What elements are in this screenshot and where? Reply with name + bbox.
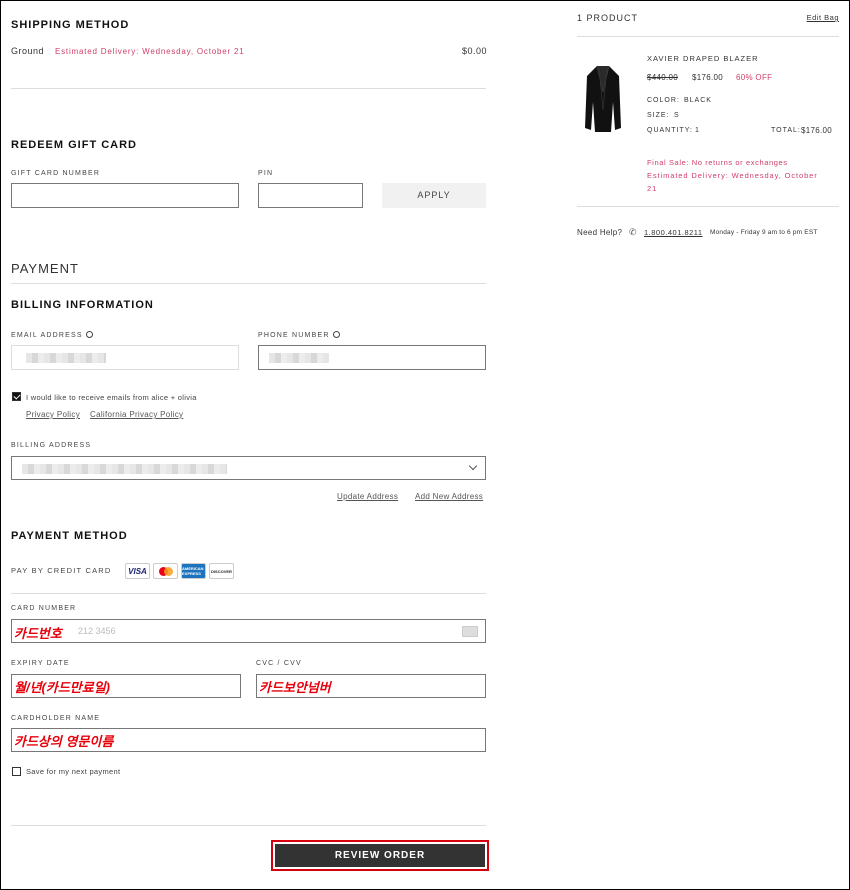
annotation-holder: 카드상의 영문이름 <box>14 734 114 749</box>
add-new-address-link[interactable]: Add New Address <box>415 492 483 501</box>
card-number-label: CARD NUMBER <box>11 605 77 612</box>
divider <box>11 593 486 594</box>
total-value: $176.00 <box>801 126 833 135</box>
support-hours: Monday - Friday 9 am to 6 pm EST <box>710 229 818 236</box>
estimated-delivery: Estimated Delivery: Wednesday, October <box>647 171 818 180</box>
billing-information-title: BILLING INFORMATION <box>11 299 154 311</box>
shipping-estimated-delivery: Estimated Delivery: Wednesday, October 2… <box>55 47 245 56</box>
color-value: BLACK <box>684 97 712 104</box>
visa-icon: VISA <box>125 563 150 579</box>
original-price: $440.00 <box>647 73 679 82</box>
divider <box>577 206 839 207</box>
final-sale-note: Final Sale: No returns or exchanges <box>647 158 788 167</box>
divider <box>577 36 839 37</box>
email-optin-label: I would like to receive emails from alic… <box>26 393 197 402</box>
size-label: SIZE: <box>647 112 670 119</box>
pin-input[interactable] <box>258 183 363 208</box>
payment-title: PAYMENT <box>11 261 79 276</box>
save-payment-label: Save for my next payment <box>26 767 121 776</box>
product-image <box>585 65 621 132</box>
total-label: TOTAL: <box>771 127 801 134</box>
cvc-label: CVC / CVV <box>256 660 302 667</box>
gift-card-number-input[interactable] <box>11 183 239 208</box>
phone-link[interactable]: 1.800.401.8211 <box>644 228 703 237</box>
estimated-delivery-day: 21 <box>647 184 658 193</box>
annotation-expiry: 월/년(카드만료일) <box>14 680 110 695</box>
update-address-link[interactable]: Update Address <box>337 492 398 501</box>
cardholder-name-label: CARDHOLDER NAME <box>11 715 101 722</box>
redacted-email <box>26 353 106 363</box>
review-order-highlight: REVIEW ORDER <box>271 840 489 871</box>
sale-price: $176.00 <box>692 73 724 82</box>
shipping-method-title: SHIPPING METHOD <box>11 19 130 31</box>
privacy-policy-link[interactable]: Privacy Policy <box>26 410 80 419</box>
annotation-cvc: 카드보안넘버 <box>259 680 331 695</box>
california-privacy-policy-link[interactable]: California Privacy Policy <box>90 410 183 419</box>
quantity-value: 1 <box>695 127 700 134</box>
apply-button[interactable]: APPLY <box>382 183 486 208</box>
phone-number-label: PHONE NUMBER <box>258 331 340 339</box>
redacted-phone <box>269 353 329 363</box>
annotation-card-number: 카드번호 <box>14 626 62 641</box>
billing-address-label: BILLING ADDRESS <box>11 442 92 449</box>
amex-icon: AMERICAN EXPRESS <box>181 563 206 579</box>
product-name: XAVIER DRAPED BLAZER <box>647 54 759 63</box>
divider <box>11 825 486 826</box>
gift-card-number-label: GIFT CARD NUMBER <box>11 170 101 177</box>
shipping-method-name: Ground <box>11 46 45 56</box>
divider <box>11 283 486 284</box>
phone-icon: ✆ <box>629 227 637 237</box>
discover-icon: DISCOVER <box>209 563 234 579</box>
chevron-down-icon <box>468 461 478 471</box>
quantity-label: QUANTITY: <box>647 127 693 134</box>
email-address-label: EMAIL ADDRESS <box>11 331 93 339</box>
card-number-placeholder: 212 3456 <box>78 626 116 636</box>
info-icon <box>332 331 340 338</box>
mastercard-icon <box>153 563 178 579</box>
page-frame <box>0 0 850 890</box>
credit-card-icon <box>462 626 478 637</box>
redacted-address <box>22 464 227 474</box>
discount-badge: 60% OFF <box>736 73 773 82</box>
need-help-label: Need Help? <box>577 228 623 237</box>
billing-address-select[interactable] <box>11 456 486 480</box>
payment-method-title: PAYMENT METHOD <box>11 530 128 542</box>
color-label: COLOR: <box>647 97 680 104</box>
shipping-price: $0.00 <box>461 46 487 56</box>
divider <box>11 88 486 89</box>
info-icon <box>85 331 93 338</box>
size-value: S <box>674 112 680 119</box>
edit-bag-link[interactable]: Edit Bag <box>807 13 839 22</box>
pay-by-credit-card-label: PAY BY CREDIT CARD <box>11 566 112 575</box>
redeem-gift-card-title: REDEEM GIFT CARD <box>11 139 137 151</box>
product-count: 1 PRODUCT <box>577 13 639 23</box>
accepted-cards: VISA AMERICAN EXPRESS DISCOVER <box>125 563 234 579</box>
email-field[interactable] <box>11 345 239 370</box>
pin-label: PIN <box>258 170 274 177</box>
card-number-input[interactable]: 212 3456 <box>11 619 486 643</box>
save-payment-checkbox[interactable] <box>12 767 21 776</box>
expiry-date-label: EXPIRY DATE <box>11 660 70 667</box>
review-order-button[interactable]: REVIEW ORDER <box>275 844 485 867</box>
phone-field[interactable] <box>258 345 486 370</box>
email-optin-checkbox[interactable] <box>12 392 21 401</box>
